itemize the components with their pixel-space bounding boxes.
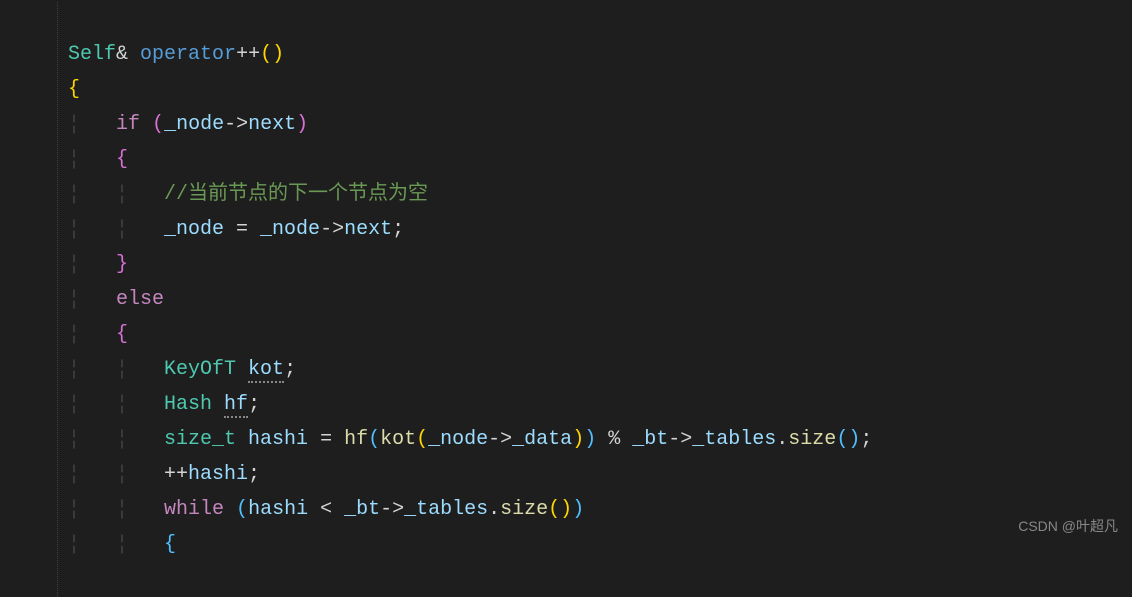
code-line: {: [68, 78, 80, 101]
code-line: ¦ ¦ Hash hf;: [68, 393, 260, 418]
code-line: ¦ ¦ KeyOfT kot;: [68, 358, 296, 383]
code-content: Self& operator++() { ¦ if (_node->next) …: [58, 2, 872, 597]
code-line: ¦ ¦ _node = _node->next;: [68, 218, 404, 241]
code-line: ¦ else: [68, 288, 164, 311]
code-line: ¦ {: [68, 148, 128, 171]
gutter: [10, 2, 58, 597]
code-line: ¦ ¦ ++hashi;: [68, 463, 260, 486]
code-editor: Self& operator++() { ¦ if (_node->next) …: [0, 0, 1132, 597]
code-line: ¦ ¦ while (hashi < _bt->_tables.size()): [68, 498, 584, 521]
code-line: ¦ }: [68, 253, 128, 276]
code-line: ¦ ¦ {: [68, 533, 176, 556]
code-line: ¦ {: [68, 323, 128, 346]
code-line: ¦ ¦ size_t hashi = hf(kot(_node->_data))…: [68, 428, 872, 451]
code-line: ¦ if (_node->next): [68, 113, 308, 136]
code-line: ¦ ¦ //当前节点的下一个节点为空: [68, 183, 428, 206]
code-line: Self& operator++(): [68, 43, 284, 66]
watermark: CSDN @叶超凡: [1018, 514, 1118, 539]
